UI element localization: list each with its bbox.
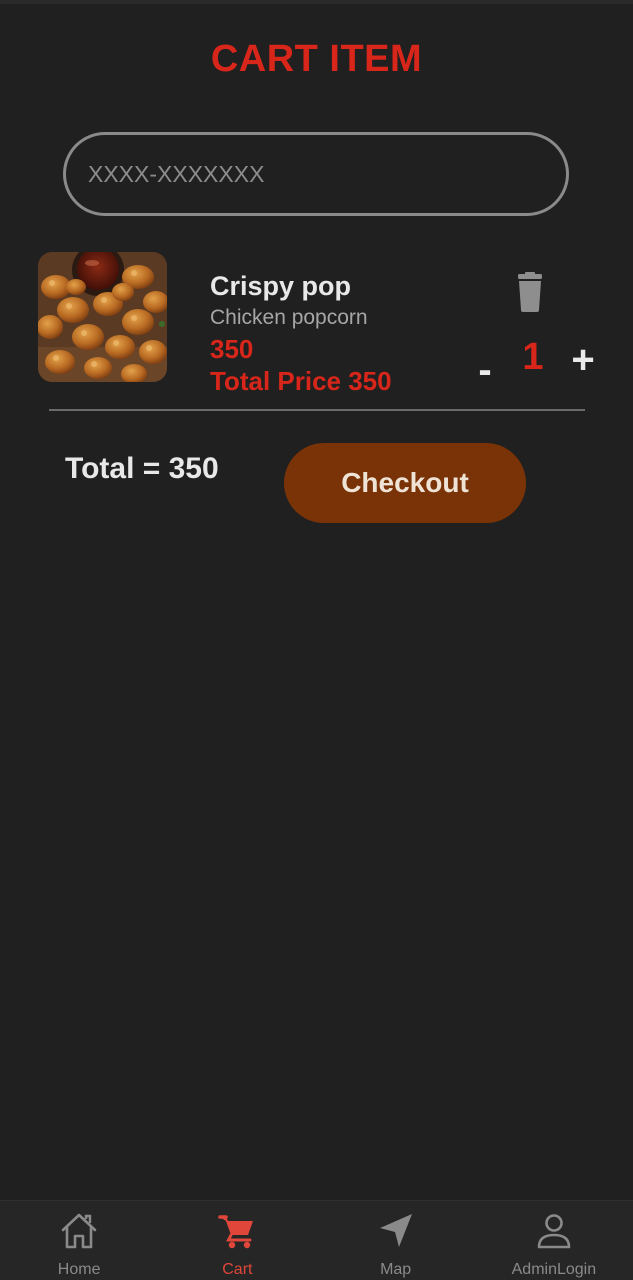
nav-label-cart: Cart xyxy=(222,1261,253,1278)
cart-screen: CART ITEM XXXX-XXXXXXX Crispy pop Chicke… xyxy=(0,0,633,1280)
nav-item-cart[interactable]: Cart xyxy=(158,1201,316,1280)
checkout-button[interactable]: Checkout xyxy=(284,443,526,523)
nav-item-admin-login[interactable]: AdminLogin xyxy=(475,1201,633,1280)
item-price: 350 xyxy=(210,334,254,364)
nav-label-map: Map xyxy=(380,1261,412,1278)
divider xyxy=(49,409,585,411)
item-total-price: Total Price 350 xyxy=(210,366,392,396)
nav-item-map[interactable]: Map xyxy=(317,1201,475,1280)
quantity-value: 1 xyxy=(522,336,544,378)
cart-total: Total = 350 xyxy=(65,452,219,485)
home-icon xyxy=(61,1213,97,1249)
trash-icon[interactable] xyxy=(512,272,548,312)
nav-item-home[interactable]: Home xyxy=(0,1201,158,1280)
nav-label-home: Home xyxy=(57,1261,101,1278)
item-name: Crispy pop xyxy=(210,271,352,301)
chicken-popcorn-photo xyxy=(38,252,167,382)
item-description: Chicken popcorn xyxy=(210,306,368,329)
increase-quantity-button[interactable]: + xyxy=(566,340,600,380)
page-title: CART ITEM xyxy=(210,38,423,80)
user-icon xyxy=(537,1214,571,1249)
status-bar-strip xyxy=(0,0,633,4)
decrease-quantity-button[interactable]: - xyxy=(470,350,500,390)
item-image xyxy=(38,252,167,382)
nav-label-admin-login: AdminLogin xyxy=(511,1261,597,1278)
bottom-navigation: Home Cart Map AdminLogin xyxy=(0,1200,633,1280)
phone-number-input[interactable] xyxy=(63,132,569,216)
cart-icon xyxy=(218,1215,254,1249)
navigation-arrow-icon xyxy=(379,1214,412,1247)
